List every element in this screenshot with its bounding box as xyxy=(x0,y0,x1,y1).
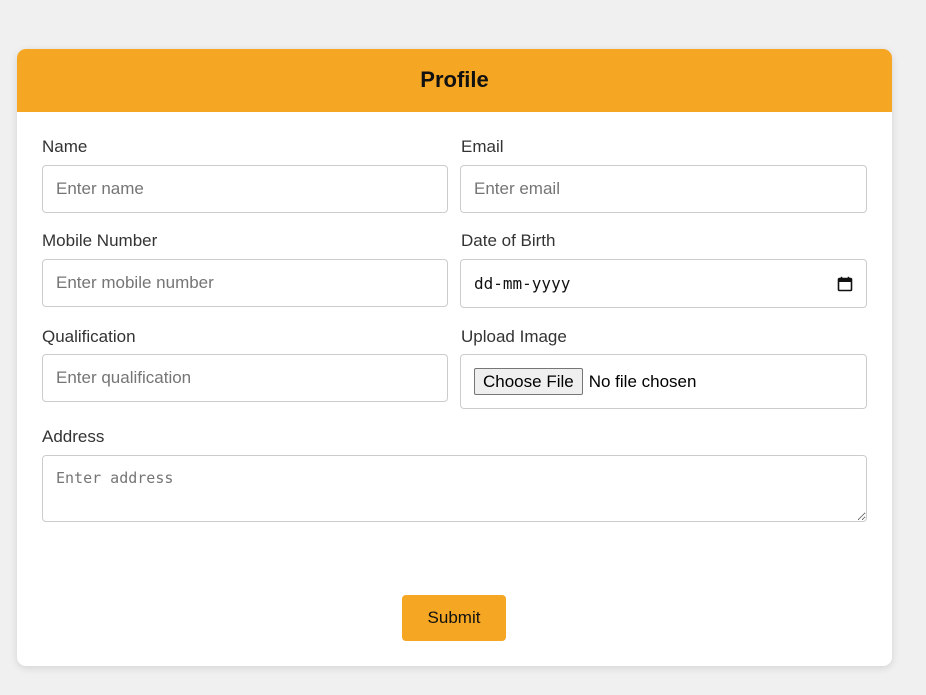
upload-image-input[interactable]: Choose File No file chosen xyxy=(460,354,867,409)
profile-card: Profile Name Email Mobile Number Date of… xyxy=(17,49,892,666)
dob-label: Date of Birth xyxy=(461,231,556,250)
mobile-input[interactable] xyxy=(42,259,448,307)
card-header: Profile xyxy=(17,49,892,112)
submit-button[interactable]: Submit xyxy=(402,595,506,641)
email-input[interactable] xyxy=(460,165,867,213)
address-label: Address xyxy=(42,427,105,446)
choose-file-button[interactable]: Choose File xyxy=(474,368,583,395)
qualification-input[interactable] xyxy=(42,354,448,402)
name-input[interactable] xyxy=(42,165,448,213)
mobile-label: Mobile Number xyxy=(42,231,158,250)
address-textarea[interactable] xyxy=(42,455,867,522)
qualification-label: Qualification xyxy=(42,327,136,346)
email-label: Email xyxy=(461,137,504,156)
page-title: Profile xyxy=(420,66,489,92)
file-status-text: No file chosen xyxy=(588,371,697,391)
name-label: Name xyxy=(42,137,88,156)
upload-image-label: Upload Image xyxy=(461,327,567,346)
dob-input[interactable]: dd-mm-yyyy xyxy=(460,259,867,308)
calendar-icon[interactable] xyxy=(837,276,853,292)
dob-placeholder: dd-mm-yyyy xyxy=(474,274,571,293)
